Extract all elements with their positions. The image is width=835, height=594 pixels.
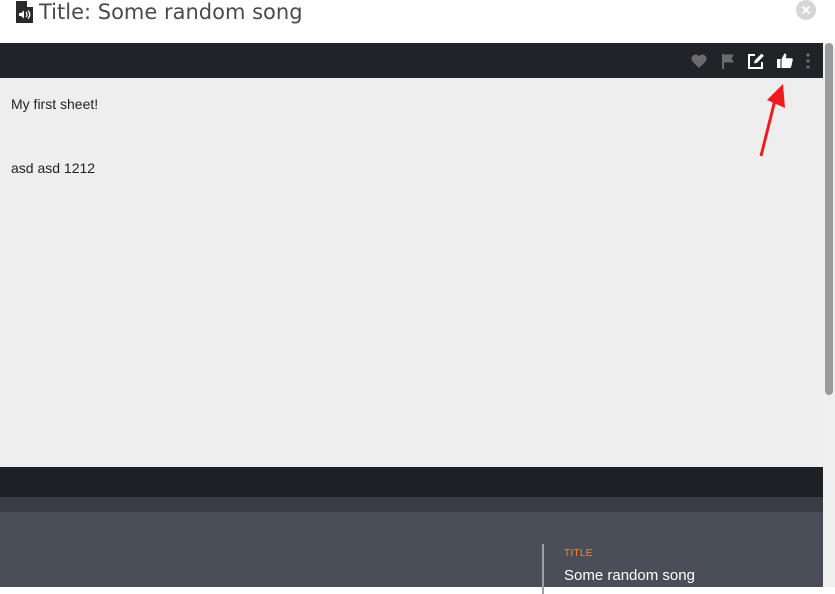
annotation-arrow-icon <box>759 84 785 157</box>
flag-icon[interactable] <box>719 52 737 70</box>
sheet-content: My first sheet! asd asd 1212 <box>0 78 823 467</box>
scrollbar-thumb[interactable] <box>825 43 833 395</box>
close-icon[interactable] <box>796 0 816 20</box>
title-value: Some random song <box>564 567 695 584</box>
sheet-toolbar <box>0 43 823 78</box>
song-details-panel: TITLE Some random song <box>0 512 823 594</box>
dialog-header: Title: Some random song <box>0 0 835 43</box>
dialog-title: Title: Some random song <box>39 0 303 24</box>
thumbs-up-icon[interactable] <box>776 52 794 70</box>
vertical-scrollbar[interactable] <box>823 43 835 587</box>
divider <box>0 497 823 512</box>
edit-icon[interactable] <box>747 52 765 70</box>
sheet-line: My first sheet! <box>11 96 99 112</box>
sheet-line: asd asd 1212 <box>11 160 96 176</box>
title-label: TITLE <box>564 548 593 559</box>
audio-file-icon <box>16 1 33 23</box>
more-vertical-icon[interactable] <box>800 52 816 70</box>
sheet-footer-bar <box>0 467 823 497</box>
heart-icon[interactable] <box>690 52 708 70</box>
